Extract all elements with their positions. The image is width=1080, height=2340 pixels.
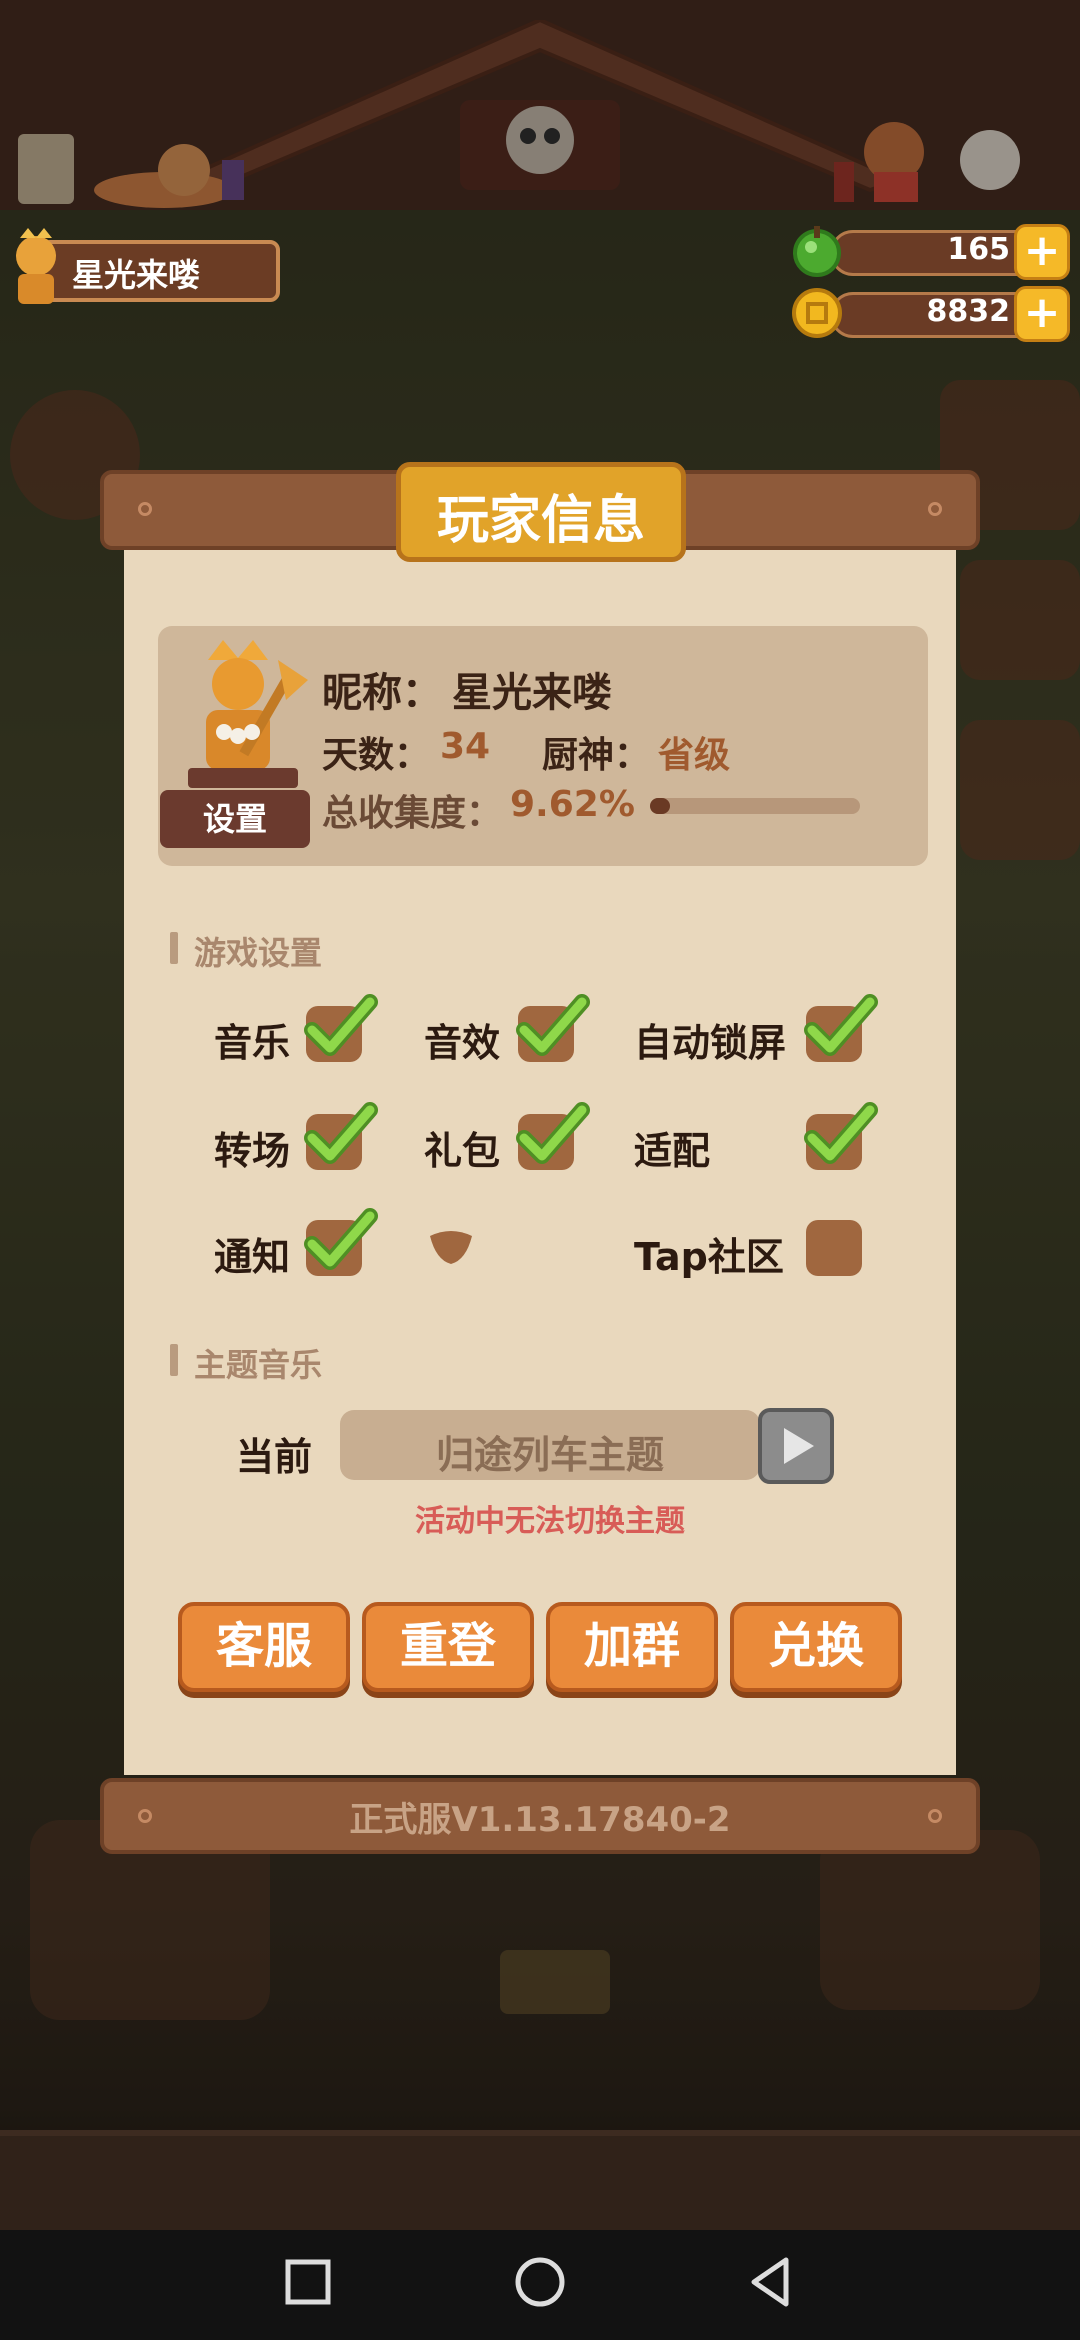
player-name: 星光来喽 [72, 256, 201, 294]
option-label: 转场 [214, 1129, 291, 1173]
recent-apps-icon[interactable] [278, 2252, 338, 2312]
home-icon[interactable] [510, 2252, 570, 2312]
option-checkbox[interactable] [804, 994, 878, 1062]
current-theme-label: 当前 [236, 1435, 313, 1479]
play-theme-button[interactable] [758, 1408, 834, 1484]
section-marker [170, 1344, 178, 1376]
checkmark-icon [516, 1102, 590, 1164]
game-settings-title: 游戏设置 [194, 934, 323, 972]
chef-trophy-icon [188, 640, 308, 788]
add-coins-button[interactable]: + [1014, 286, 1070, 342]
option-checkbox[interactable] [804, 1102, 878, 1170]
option-label: 音乐 [214, 1021, 291, 1065]
player-avatar-icon [16, 228, 56, 304]
theme-music-title: 主题音乐 [194, 1346, 323, 1384]
dialog-title: 玩家信息 [436, 491, 645, 551]
checkmark-icon [804, 994, 878, 1056]
gem-count: 165 [947, 232, 1010, 267]
chef-rank-label: 厨神： [542, 735, 651, 776]
checkmark-icon [304, 1102, 378, 1164]
current-theme-name: 归途列车主题 [435, 1433, 664, 1477]
option-label: 自动锁屏 [634, 1021, 787, 1065]
join-group-button[interactable]: 加群 [546, 1602, 718, 1692]
green-gem-icon [793, 226, 841, 277]
option-checkbox[interactable] [304, 1102, 378, 1170]
option-checkbox[interactable] [806, 1220, 862, 1276]
option-label: 适配 [634, 1129, 711, 1173]
option-label: Tap社区 [634, 1235, 784, 1279]
section-marker [170, 932, 178, 964]
relogin-button[interactable]: 重登 [362, 1602, 534, 1692]
nickname-value: 星光来喽 [452, 670, 612, 716]
back-icon[interactable] [740, 2252, 800, 2312]
option-checkbox[interactable] [304, 1208, 378, 1276]
checkmark-icon [304, 1208, 378, 1270]
option-checkbox[interactable] [304, 994, 378, 1062]
option-label: 通知 [214, 1235, 291, 1279]
leaf-decoration-icon [430, 1231, 472, 1264]
collection-progress-fill [650, 798, 670, 814]
chef-rank-value: 省级 [658, 735, 731, 776]
customer-service-button[interactable]: 客服 [178, 1602, 350, 1692]
theme-switch-warning: 活动中无法切换主题 [415, 1504, 685, 1539]
collection-value: 9.62% [510, 784, 635, 825]
days-value: 34 [440, 726, 491, 767]
option-checkbox[interactable] [516, 1102, 590, 1170]
collection-progress-bar [650, 798, 860, 814]
avatar-settings-button[interactable]: 设置 [160, 790, 310, 848]
play-icon [784, 1428, 814, 1464]
version-label: 正式服V1.13.17840-2 [349, 1800, 731, 1840]
redeem-button[interactable]: 兑换 [730, 1602, 902, 1692]
option-label: 音效 [424, 1021, 501, 1065]
checkmark-icon [304, 994, 378, 1056]
checkmark-icon [516, 994, 590, 1056]
coin-count: 8832 [926, 294, 1011, 329]
nickname-label: 昵称： [322, 670, 442, 716]
gold-coin-icon [792, 288, 842, 338]
gem-counter: 165 + [790, 224, 1070, 280]
option-checkbox[interactable] [516, 994, 590, 1062]
add-gems-button[interactable]: + [1014, 224, 1070, 280]
checkmark-icon [804, 1102, 878, 1164]
collection-label: 总收集度： [322, 793, 503, 834]
coin-counter: 8832 + [790, 286, 1070, 342]
option-label: 礼包 [424, 1129, 501, 1173]
days-label: 天数： [322, 735, 431, 776]
